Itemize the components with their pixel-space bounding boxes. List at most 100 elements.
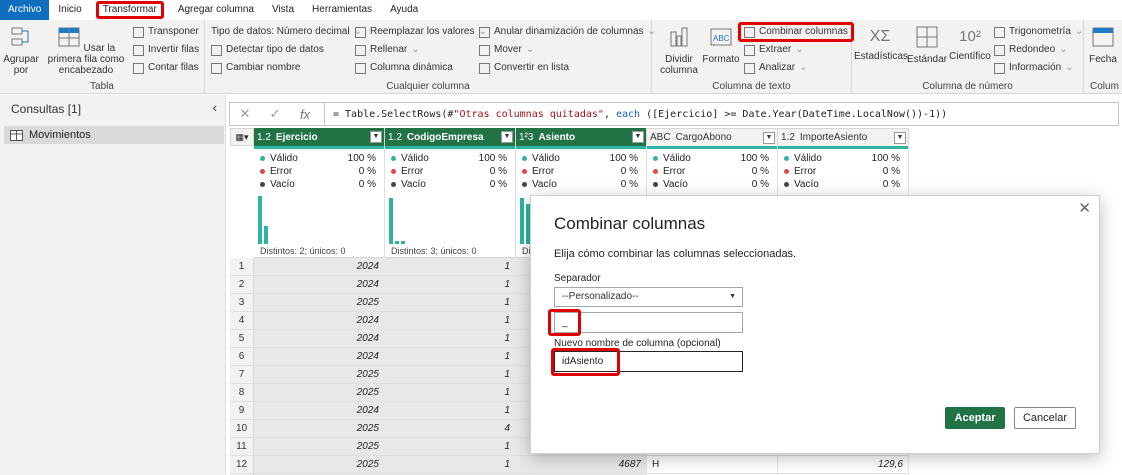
filter-dropdown-icon[interactable]: ▼ [763, 132, 775, 144]
custom-separator-input[interactable]: _ [554, 312, 743, 333]
accept-formula-icon[interactable]: ✓ [260, 106, 290, 122]
fx-icon[interactable]: fx [290, 107, 320, 122]
table-cell[interactable]: 2025 [254, 384, 385, 402]
table-cell[interactable]: 129,6 [778, 456, 909, 474]
table-cell[interactable]: 2025 [254, 420, 385, 438]
formula-bar[interactable]: ✕ ✓ fx = Table.SelectRows(#"Otras column… [229, 102, 1119, 126]
column-type-icon[interactable]: 1²3 [519, 132, 533, 143]
table-cell[interactable]: 2025 [254, 456, 385, 474]
table-cell[interactable]: 4 [385, 420, 516, 438]
tab-herramientas[interactable]: Herramientas [303, 0, 381, 20]
collapse-chevron-icon[interactable]: ‹ [213, 100, 217, 115]
tab-ayuda[interactable]: Ayuda [381, 0, 427, 20]
tab-transformar[interactable]: Transformar [95, 1, 164, 19]
aceptar-button[interactable]: Aceptar [945, 407, 1005, 429]
table-cell[interactable]: 4687 [516, 456, 647, 474]
row-number[interactable]: 6 [230, 348, 254, 366]
query-item[interactable]: Movimientos [4, 126, 224, 144]
tab-vista[interactable]: Vista [263, 0, 303, 20]
cancelar-button[interactable]: Cancelar [1014, 407, 1076, 429]
table-cell[interactable]: H [647, 456, 778, 474]
estadisticas-button[interactable]: ΧΣ Estadísticas [854, 26, 908, 62]
convertir-lista-button[interactable]: Convertir en lista [479, 60, 569, 76]
table-cell[interactable]: 1 [385, 276, 516, 294]
contar-filas-button[interactable]: Contar filas [133, 60, 199, 76]
invertir-filas-button[interactable]: Invertir filas [133, 42, 199, 58]
column-header[interactable]: ABC CargoAbono ▼ [647, 128, 778, 146]
formula-text[interactable]: = Table.SelectRows(#"Otras columnas quit… [325, 109, 947, 120]
trigonometria-button[interactable]: Trigonometría ⌄ [994, 24, 1083, 40]
table-cell[interactable]: 1 [385, 330, 516, 348]
rellenar-button[interactable]: Rellenar ⌄ [355, 42, 420, 58]
table-cell[interactable]: 1 [385, 348, 516, 366]
table-cell[interactable]: 1 [385, 438, 516, 456]
row-number[interactable]: 7 [230, 366, 254, 384]
row-number[interactable]: 10 [230, 420, 254, 438]
table-cell[interactable]: 2025 [254, 294, 385, 312]
close-icon[interactable]: ✕ [1078, 199, 1091, 217]
filter-dropdown-icon[interactable]: ▼ [894, 132, 906, 144]
table-cell[interactable]: 2024 [254, 348, 385, 366]
transponer-button[interactable]: Transponer [133, 24, 199, 40]
columna-dinamica-button[interactable]: Columna dinámica [355, 60, 453, 76]
row-number[interactable]: 4 [230, 312, 254, 330]
anular-dinamizacion-button[interactable]: Anular dinamización de columnas ⌄ [479, 24, 656, 40]
table-cell[interactable]: 2024 [254, 402, 385, 420]
table-row[interactable]: 12 2025 1 4687 H 129,6 [230, 456, 910, 474]
table-cell[interactable]: 1 [385, 294, 516, 312]
row-number[interactable]: 9 [230, 402, 254, 420]
table-cell[interactable]: 1 [385, 312, 516, 330]
column-type-icon[interactable]: 1.2 [781, 132, 795, 143]
fecha-button[interactable]: Fecha [1087, 26, 1119, 65]
extraer-button[interactable]: Extraer ⌄ [744, 42, 804, 58]
row-number[interactable]: 3 [230, 294, 254, 312]
column-header[interactable]: 1.2 ImporteAsiento ▼ [778, 128, 909, 146]
table-cell[interactable]: 2024 [254, 312, 385, 330]
combinar-columnas-button[interactable]: Combinar columnas [738, 22, 854, 42]
table-cell[interactable]: 1 [385, 456, 516, 474]
table-cell[interactable]: 2024 [254, 276, 385, 294]
table-cell[interactable]: 1 [385, 402, 516, 420]
cambiar-nombre-button[interactable]: Cambiar nombre [211, 60, 300, 76]
usar-primera-fila-button[interactable]: Usar la primera fila como encabezado [43, 26, 129, 76]
tab-archivo[interactable]: Archivo [0, 0, 50, 20]
reemplazar-valores-button[interactable]: Reemplazar los valores ⌄ [355, 24, 487, 40]
separator-select[interactable]: --Personalizado-- ▼ [554, 287, 743, 307]
row-number[interactable]: 8 [230, 384, 254, 402]
table-cell[interactable]: 2024 [254, 330, 385, 348]
tab-agregar-columna[interactable]: Agregar columna [169, 0, 263, 20]
agrupar-por-button[interactable]: Agrupar por [3, 26, 39, 76]
row-number[interactable]: 12 [230, 456, 254, 474]
column-header[interactable]: 1.2 CodigoEmpresa ▼ [385, 128, 516, 146]
filter-dropdown-icon[interactable]: ▼ [632, 131, 644, 143]
column-type-icon[interactable]: 1.2 [388, 132, 402, 143]
estandar-button[interactable]: Estándar [906, 26, 948, 65]
mover-button[interactable]: Mover ⌄ [479, 42, 534, 58]
filter-dropdown-icon[interactable]: ▼ [370, 131, 382, 143]
table-cell[interactable]: 1 [385, 258, 516, 276]
cancel-formula-icon[interactable]: ✕ [230, 106, 260, 122]
table-cell[interactable]: 2024 [254, 258, 385, 276]
table-cell[interactable]: 2025 [254, 366, 385, 384]
table-cell[interactable]: 2025 [254, 438, 385, 456]
column-type-icon[interactable]: ABC [650, 132, 671, 143]
row-number[interactable]: 2 [230, 276, 254, 294]
table-cell[interactable]: 1 [385, 384, 516, 402]
redondeo-button[interactable]: Redondeo ⌄ [994, 42, 1068, 58]
column-header[interactable]: 1²3 Asiento ▼ [516, 128, 647, 146]
column-header[interactable]: 1.2 Ejercicio ▼ [254, 128, 385, 146]
formato-button[interactable]: ABC Formato [702, 26, 740, 65]
analizar-button[interactable]: Analizar ⌄ [744, 60, 808, 76]
tipo-datos-dropdown[interactable]: Tipo de datos: Número decimal ⌄ [211, 24, 362, 40]
dividir-columna-button[interactable]: Dividir columna [658, 26, 700, 76]
cientifico-button[interactable]: 10² Científico [948, 26, 992, 62]
row-number[interactable]: 11 [230, 438, 254, 456]
informacion-button[interactable]: Información ⌄ [994, 60, 1074, 76]
table-menu-icon[interactable]: ▦▾ [230, 128, 254, 146]
row-number[interactable]: 1 [230, 258, 254, 276]
row-number[interactable]: 5 [230, 330, 254, 348]
filter-dropdown-icon[interactable]: ▼ [501, 131, 513, 143]
detectar-tipo-button[interactable]: Detectar tipo de datos [211, 42, 324, 58]
column-type-icon[interactable]: 1.2 [257, 132, 271, 143]
table-cell[interactable]: 1 [385, 366, 516, 384]
